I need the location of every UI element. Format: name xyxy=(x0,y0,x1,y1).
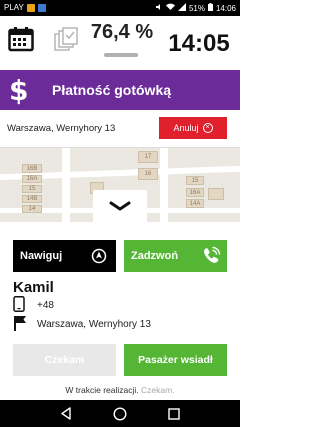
map-building: 15 xyxy=(22,185,42,193)
map-building: 14 xyxy=(22,205,42,213)
close-circle-icon: × xyxy=(202,123,213,133)
customer-phone: +48 xyxy=(37,300,54,311)
smartphone-icon xyxy=(13,295,25,317)
building-number: 14A xyxy=(189,200,201,207)
flag-icon xyxy=(13,315,27,336)
status-bar: PLAY 51% 14:06 xyxy=(0,0,240,16)
navigation-arrow-icon xyxy=(91,248,107,267)
recent-apps-icon[interactable] xyxy=(168,407,180,425)
payment-method-label: Płatność gotówką xyxy=(52,82,172,98)
battery-label: 51% xyxy=(188,3,205,13)
clock: 14:05 xyxy=(168,30,230,57)
carrier-label: PLAY xyxy=(4,3,24,12)
customer-address-row: Warszawa, Wernyhory 13 xyxy=(13,315,151,336)
map-building: 14B xyxy=(22,195,42,203)
order-substatus: Czekam. xyxy=(141,385,175,395)
cancel-label: Anuluj xyxy=(173,123,199,133)
cancel-button[interactable]: Anuluj × xyxy=(159,117,227,139)
building-number: 15 xyxy=(191,177,199,184)
signal-icon xyxy=(177,3,186,13)
building-number: 15 xyxy=(28,186,36,192)
building-number: 16A xyxy=(189,189,201,196)
dollar-icon: $ xyxy=(9,74,29,107)
building-number: 14B xyxy=(26,196,38,202)
home-icon[interactable] xyxy=(113,407,127,426)
wifi-icon xyxy=(165,3,175,13)
info-bar: 76,4 % 14:05 xyxy=(0,16,240,68)
percent-indicator xyxy=(104,53,138,57)
building-number: 16 xyxy=(144,171,152,177)
building-number: 17 xyxy=(144,154,152,160)
back-icon[interactable] xyxy=(60,407,72,425)
passenger-boarded-button[interactable]: Pasażer wsiadł xyxy=(124,344,227,376)
building-number: 16A xyxy=(26,176,38,182)
sound-icon xyxy=(155,3,163,13)
app-notification-icon xyxy=(37,3,46,12)
navigate-label: Nawiguj xyxy=(20,250,63,262)
map-collapse-button[interactable] xyxy=(93,190,147,222)
system-time: 14:06 xyxy=(215,3,236,13)
call-button[interactable]: Zadzwoń xyxy=(124,240,227,272)
order-status-text: W trakcie realizacji. xyxy=(65,385,139,395)
notification-icon xyxy=(26,3,35,12)
building-number: 16B xyxy=(26,165,38,172)
map-building: 16 xyxy=(138,168,158,180)
destination-row: Warszawa, Wernyhory 13 Anuluj × xyxy=(0,110,240,148)
map-building: 14A xyxy=(186,199,204,208)
battery-icon xyxy=(207,3,213,13)
completion-percent: 76,4 % xyxy=(90,21,154,43)
map-building: 17 xyxy=(138,151,158,163)
documents-icon[interactable] xyxy=(53,26,79,57)
pickup-address: Warszawa, Wernyhory 13 xyxy=(7,123,116,134)
navigate-button[interactable]: Nawiguj xyxy=(13,240,116,272)
chevron-down-icon xyxy=(109,201,131,211)
phone-ringing-icon xyxy=(201,246,221,269)
customer-phone-row[interactable]: +48 xyxy=(13,295,54,317)
calendar-icon[interactable] xyxy=(8,26,34,57)
order-status: W trakcie realizacji. Czekam. xyxy=(0,385,240,395)
map-building: 16A xyxy=(22,175,42,183)
waiting-button[interactable]: Czekam xyxy=(13,344,116,376)
customer-address: Warszawa, Wernyhory 13 xyxy=(37,319,151,330)
payment-banner: $ Płatność gotówką xyxy=(0,70,240,110)
map-building: 15 xyxy=(186,176,204,185)
map-building: 16A xyxy=(186,188,204,197)
call-label: Zadzwoń xyxy=(131,250,179,262)
map-building xyxy=(208,188,224,200)
system-navigation-bar xyxy=(0,400,240,427)
building-number: 14 xyxy=(28,206,36,212)
customer-name: Kamil xyxy=(13,279,54,296)
map-building: 16B xyxy=(22,164,42,173)
